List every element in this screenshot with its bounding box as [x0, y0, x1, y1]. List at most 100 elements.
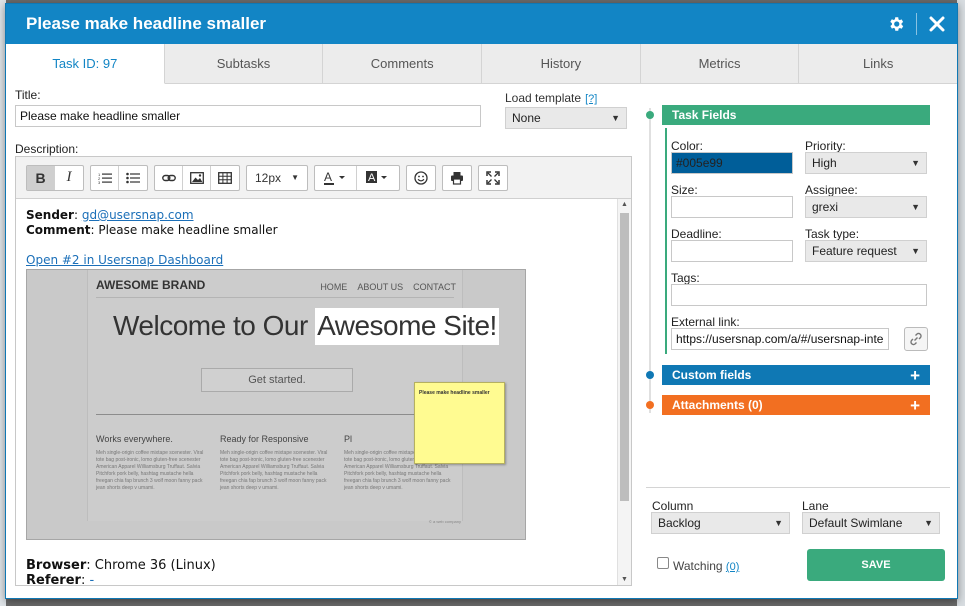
color-input[interactable] — [671, 152, 793, 174]
insert-image-button[interactable] — [183, 165, 211, 190]
scroll-down-icon: ▼ — [621, 576, 628, 583]
deadline-input[interactable] — [671, 240, 793, 262]
expand-icon — [486, 170, 500, 185]
task-fields-title: Task Fields — [672, 108, 737, 122]
print-button[interactable] — [443, 166, 471, 190]
headline-highlight: Awesome Site! — [315, 308, 499, 345]
custom-fields-header[interactable]: Custom fields + — [662, 365, 930, 385]
load-template-text: Load template — [505, 91, 582, 105]
tab-subtasks[interactable]: Subtasks — [164, 44, 324, 83]
load-template-select[interactable]: None ▼ — [505, 107, 627, 129]
dashboard-link[interactable]: Open #2 in Usersnap Dashboard — [26, 253, 223, 267]
comment-text: Please make headline smaller — [98, 223, 278, 237]
insert-link-button[interactable] — [155, 165, 183, 190]
unordered-list-button[interactable] — [119, 166, 147, 190]
editor-scrollbar[interactable]: ▲ ▼ — [617, 199, 631, 585]
italic-icon: I — [66, 169, 72, 185]
unordered-list-icon — [126, 172, 140, 183]
font-color-icon: A — [323, 171, 345, 185]
task-modal: Please make headline smaller Task ID: 97… — [5, 3, 958, 599]
tab-comments[interactable]: Comments — [323, 44, 483, 83]
watching-checkbox[interactable] — [657, 557, 669, 569]
template-selected-value: None — [512, 111, 541, 125]
text-style-group: B I — [26, 164, 84, 191]
smiley-icon — [414, 170, 428, 185]
color-label: Color: — [671, 139, 704, 153]
watching-label: Watching (0) — [673, 559, 739, 573]
svg-text:A: A — [324, 171, 332, 184]
lane-label: Lane — [802, 499, 829, 513]
browser-line: Browser: Chrome 36 (Linux) — [26, 558, 216, 573]
tab-bar: Task ID: 97 Subtasks Comments History Me… — [6, 44, 957, 84]
plus-icon: + — [910, 365, 920, 385]
dashboard-line: Open #2 in Usersnap Dashboard — [26, 253, 607, 268]
print-group — [442, 164, 472, 191]
description-label: Description: — [15, 142, 79, 156]
bold-button[interactable]: B — [27, 165, 55, 190]
close-button[interactable] — [917, 4, 957, 44]
ordered-list-button[interactable]: 123 — [91, 165, 119, 190]
screenshot-copyright: © a web company — [428, 519, 461, 524]
caret-down-icon: ▼ — [291, 173, 299, 182]
settings-button[interactable] — [876, 4, 916, 44]
sidebar-track — [649, 108, 651, 413]
assignee-select[interactable]: grexi ▼ — [805, 196, 927, 218]
background-color-button[interactable]: A — [357, 166, 399, 190]
fullscreen-button[interactable] — [479, 166, 507, 190]
template-help-link[interactable]: [?] — [585, 93, 597, 105]
sender-email-link[interactable]: gd@usersnap.com — [82, 208, 194, 222]
task-fields-header[interactable]: Task Fields — [662, 105, 930, 125]
task-type-select[interactable]: Feature request ▼ — [805, 240, 927, 262]
feedback-screenshot[interactable]: AWESOME BRAND HOME ABOUT US CONTACT Welc… — [26, 269, 526, 540]
referer-value[interactable]: - — [89, 573, 94, 585]
external-link-label: External link: — [671, 315, 740, 329]
emoji-button[interactable] — [407, 166, 435, 190]
attachments-header[interactable]: Attachments (0) + — [662, 395, 930, 415]
watching-count-link[interactable]: (0) — [726, 561, 739, 573]
col-2-text: Meh single-origin coffee mixtape scenest… — [220, 450, 328, 491]
sidebar-divider — [646, 487, 950, 488]
size-label: Size: — [671, 183, 698, 197]
tab-task-id[interactable]: Task ID: 97 — [6, 44, 165, 84]
editor-toolbar: B I 123 12px ▼ A A — [16, 157, 631, 199]
scroll-up-icon: ▲ — [621, 201, 628, 208]
save-button[interactable]: SAVE — [807, 549, 945, 581]
emoji-group — [406, 164, 436, 191]
column-select[interactable]: Backlog ▼ — [651, 512, 790, 534]
custom-fields-title: Custom fields — [672, 368, 752, 382]
font-color-button[interactable]: A — [315, 165, 357, 190]
browser-label: Browser — [26, 558, 87, 573]
priority-value: High — [812, 156, 837, 170]
column-value: Backlog — [658, 516, 701, 530]
screenshot-col-1: Works everywhere. Meh single-origin coff… — [96, 432, 204, 492]
svg-text:3: 3 — [98, 180, 101, 184]
scrollbar-thumb[interactable] — [620, 213, 629, 501]
background-color-icon: A — [366, 170, 387, 184]
tab-metrics[interactable]: Metrics — [640, 44, 800, 83]
italic-button[interactable]: I — [55, 166, 83, 190]
task-fields-dot — [646, 111, 654, 119]
caret-down-icon: ▼ — [924, 518, 933, 528]
column-label: Column — [652, 499, 694, 513]
browser-value: Chrome 36 (Linux) — [94, 558, 216, 573]
priority-select[interactable]: High ▼ — [805, 152, 927, 174]
external-link-input[interactable] — [671, 328, 889, 350]
font-size-dropdown[interactable]: 12px ▼ — [247, 166, 307, 190]
lane-select[interactable]: Default Swimlane ▼ — [802, 512, 940, 534]
title-input[interactable] — [15, 105, 481, 127]
editor-content[interactable]: Sender: gd@usersnap.com Comment: Please … — [16, 199, 617, 585]
svg-text:A: A — [368, 172, 376, 184]
tags-input[interactable] — [671, 284, 927, 306]
open-link-button[interactable] — [904, 327, 928, 351]
comment-line: Comment: Please make headline smaller — [26, 223, 278, 237]
modal-title: Please make headline smaller — [26, 14, 267, 33]
caret-down-icon: ▼ — [911, 158, 920, 168]
assignee-value: grexi — [812, 200, 839, 214]
col-1-title: Works everywhere. — [96, 434, 173, 444]
size-input[interactable] — [671, 196, 793, 218]
tab-links[interactable]: Links — [799, 44, 957, 83]
insert-table-button[interactable] — [211, 166, 239, 190]
referer-label: Referer — [26, 573, 81, 585]
tab-history[interactable]: History — [482, 44, 641, 83]
